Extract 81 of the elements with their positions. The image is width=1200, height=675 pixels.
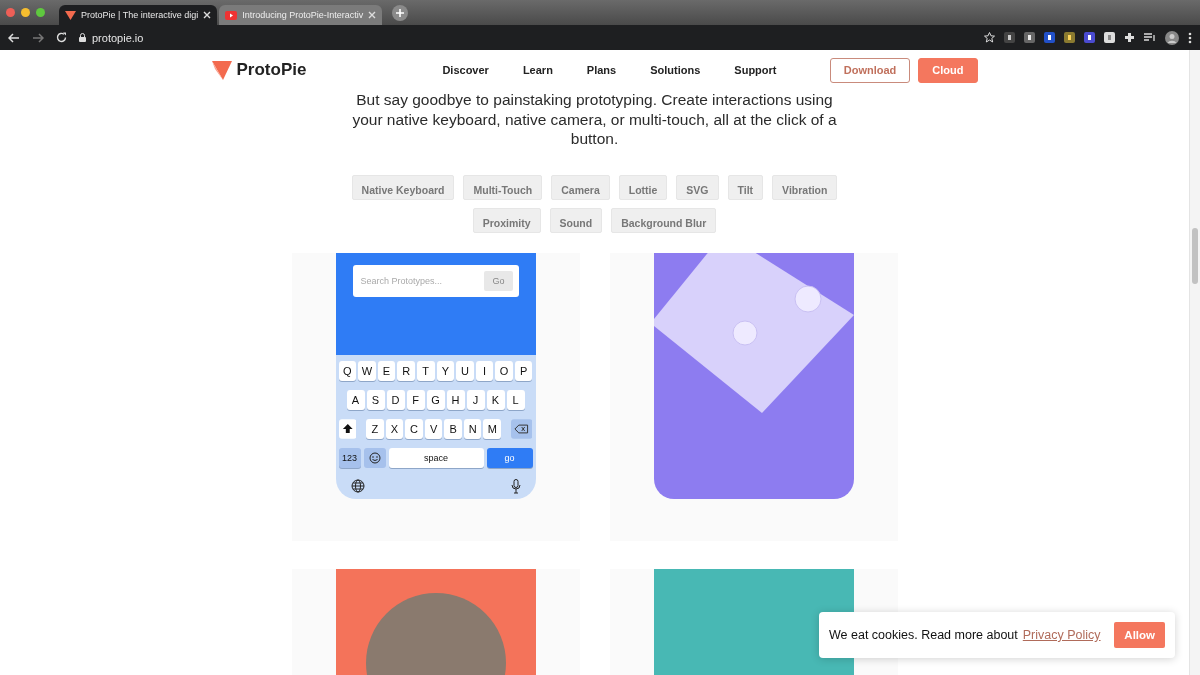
keyboard-key[interactable]: C [405,418,423,439]
extension-icon[interactable] [1064,32,1075,43]
privacy-policy-link[interactable]: Privacy Policy [1022,628,1101,642]
globe-icon[interactable] [350,478,365,493]
keyboard-key[interactable]: V [424,418,443,439]
video-icon [225,10,238,20]
star-icon[interactable] [984,32,995,43]
keyboard-key[interactable]: M [483,418,501,439]
download-button[interactable]: Download [829,57,911,83]
space-key[interactable]: space [388,447,484,468]
feature-tag[interactable]: SVG [676,174,719,200]
logo-text[interactable]: ProtoPie [236,60,307,80]
go-key[interactable]: go [486,447,533,468]
feature-tag[interactable]: Camera [551,174,610,200]
keyboard-key[interactable]: R [397,360,415,381]
extension-icon[interactable] [1024,32,1035,43]
keyboard-key[interactable]: I [475,360,494,381]
microphone-icon[interactable] [510,478,521,494]
keyboard-key[interactable]: Z [366,418,384,439]
numbers-key[interactable]: 123 [338,447,361,468]
tab-title: Introducing ProtoPie-Interactiv [242,10,364,20]
keyboard-key[interactable]: P [514,360,533,381]
logo-icon[interactable] [211,60,232,80]
keyboard-key[interactable]: Q [338,360,357,381]
feature-tag[interactable]: Sound [549,207,603,233]
extension-icon[interactable] [1044,32,1055,43]
keyboard-key[interactable]: L [506,389,525,410]
nav-link[interactable]: Learn [522,64,553,76]
feature-tag[interactable]: Vibration [772,174,838,200]
extension-icon[interactable] [1004,32,1015,43]
keyboard-key[interactable]: H [446,389,465,410]
close-icon[interactable] [203,11,212,19]
keyboard-key[interactable]: A [346,389,365,410]
cookie-text: We eat cookies. Read more about [829,628,1018,642]
new-tab-icon[interactable] [392,4,409,21]
keyboard-key[interactable]: J [466,389,485,410]
nav-link[interactable]: Support [734,64,777,76]
logo-icon [65,9,76,21]
scrollbar-thumb[interactable] [1192,228,1198,284]
keyboard-key[interactable]: N [463,418,482,439]
keyboard-key[interactable]: F [406,389,425,410]
feature-tag[interactable]: Lottie [618,174,668,200]
scrollbar[interactable] [1189,50,1200,675]
keyboard-key[interactable]: B [444,418,462,439]
lock-icon [79,33,86,42]
address-bar[interactable]: protopie.io [92,31,144,44]
nav-link[interactable]: Plans [586,64,617,76]
keyboard-key[interactable]: E [377,360,396,381]
intro-text: But say goodbye to painstaking prototyping. Create interactions using your native keyboard, native camera, or multi-touch, all at the click of a button. [351,90,838,149]
feature-tag[interactable]: Tilt [727,174,764,200]
maximize-icon[interactable] [36,8,45,17]
menu-icon[interactable] [1188,31,1192,44]
backspace-key[interactable] [511,418,533,439]
reload-icon[interactable] [56,32,67,43]
feature-tag[interactable]: Multi-Touch [463,174,543,200]
avatar-icon[interactable] [1165,30,1179,45]
keyboard-key[interactable]: O [495,360,513,381]
keyboard-key[interactable]: T [416,360,435,381]
keyboard-key[interactable]: D [386,389,405,410]
keyboard-key[interactable]: Y [436,360,455,381]
feature-tag[interactable]: Proximity [472,207,541,233]
keyboard-key[interactable]: K [486,389,505,410]
search-placeholder: Search Prototypes... [360,275,443,286]
keyboard-key[interactable]: X [385,418,404,439]
keyboard-key[interactable]: U [456,360,474,381]
nav-link[interactable]: Discover [442,64,489,76]
keyboard-key[interactable]: S [366,389,385,410]
minimize-icon[interactable] [21,8,30,17]
forward-icon[interactable] [32,32,44,43]
extension-icon[interactable] [1084,32,1095,43]
feature-tag[interactable]: Native Keyboard [351,174,455,200]
keyboard-key[interactable]: W [358,360,376,381]
feature-tag[interactable]: Background Blur [611,207,717,233]
nav-link[interactable]: Solutions [650,64,701,76]
keyboard-key[interactable]: G [426,389,445,410]
browser-tab[interactable]: ProtoPie | The interactive digi [59,5,218,25]
back-icon[interactable] [8,32,20,43]
tab-title: ProtoPie | The interactive digi [81,10,199,20]
emoji-key[interactable] [363,447,386,468]
shift-key[interactable] [338,418,357,439]
browser-tab[interactable]: Introducing ProtoPie-Interactiv [219,5,383,25]
